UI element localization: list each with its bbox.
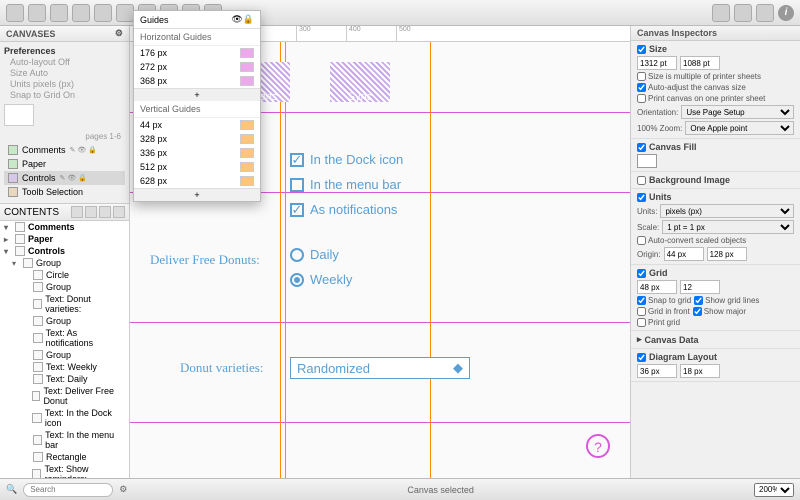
tree-item[interactable]: ▾Group	[0, 257, 129, 269]
left-sidebar: CANVASES⚙ Preferences Auto-layout Off Si…	[0, 26, 130, 478]
info-icon[interactable]: i	[778, 5, 794, 21]
data-section[interactable]: ▸ Canvas Data	[637, 334, 794, 345]
guide-row[interactable]: 512 px	[134, 160, 260, 174]
tree-item[interactable]: Group	[0, 315, 129, 327]
tree-item[interactable]: ▾Controls	[0, 245, 129, 257]
units-section[interactable]: Units	[637, 192, 794, 202]
tool-icon[interactable]	[116, 4, 134, 22]
tree-item[interactable]: Text: Deliver Free Donut	[0, 385, 129, 407]
size-section[interactable]: Size	[637, 44, 794, 54]
tool-icon[interactable]	[50, 4, 68, 22]
inspector-panel: Canvas Inspectors Size Size is multiple …	[630, 26, 800, 478]
search-icon: 🔍	[6, 484, 17, 495]
label-varieties: Donut varieties:	[180, 360, 263, 376]
tree-item[interactable]: Text: Show reminders:	[0, 463, 129, 478]
lock-icon[interactable]: 👁🔒	[231, 14, 254, 25]
tree-item[interactable]: Circle	[0, 269, 129, 281]
guide-row[interactable]: 272 px	[134, 60, 260, 74]
guide-row[interactable]: 328 px	[134, 132, 260, 146]
fill-section[interactable]: Canvas Fill	[637, 142, 794, 152]
radio-daily[interactable]: Daily	[290, 247, 339, 262]
guide-row[interactable]: 44 px	[134, 118, 260, 132]
tree-item[interactable]: Text: Daily	[0, 373, 129, 385]
grid-section[interactable]: Grid	[637, 268, 794, 278]
height-field[interactable]	[680, 56, 720, 70]
radio-weekly[interactable]: Weekly	[290, 272, 352, 287]
gear-icon[interactable]: ⚙	[115, 28, 123, 39]
tool-icon[interactable]	[72, 4, 90, 22]
chevron-down-icon: ◆	[453, 360, 463, 376]
canvases-header: CANVASES⚙	[0, 26, 129, 42]
tool-icon[interactable]	[6, 4, 24, 22]
tab-sync[interactable]: Sync	[330, 62, 390, 102]
tool-icon[interactable]	[28, 4, 46, 22]
tree-item[interactable]: Group	[0, 281, 129, 293]
status-text: Canvas selected	[407, 485, 474, 495]
tree-item[interactable]: Text: As notifications	[0, 327, 129, 349]
guides-title: Guides	[140, 15, 169, 25]
guide-row[interactable]: 368 px	[134, 74, 260, 88]
filter-icon[interactable]	[99, 206, 111, 218]
guide-row[interactable]: 336 px	[134, 146, 260, 160]
zoom-select[interactable]: 200%	[754, 483, 794, 497]
layer-row[interactable]: Toolb Selection	[4, 185, 125, 199]
tree-item[interactable]: Text: In the Dock icon	[0, 407, 129, 429]
canvas-name[interactable]: Preferences	[4, 46, 125, 56]
tool-icon[interactable]	[94, 4, 112, 22]
contents-header: CONTENTS	[0, 203, 129, 221]
tree-item[interactable]: Rectangle	[0, 451, 129, 463]
tree-item[interactable]: ▸Paper	[0, 233, 129, 245]
gear-icon[interactable]: ⚙	[119, 484, 127, 495]
zoom-select[interactable]: One Apple point	[685, 121, 794, 135]
view-icon[interactable]	[712, 4, 730, 22]
canvas-thumbnail[interactable]	[4, 104, 34, 126]
add-hguide-button[interactable]: +	[134, 88, 260, 101]
orientation-select[interactable]: Use Page Setup	[681, 105, 794, 119]
layer-row[interactable]: Comments✎👁🔒	[4, 143, 125, 157]
bg-section[interactable]: Background Image	[637, 175, 794, 185]
tree-item[interactable]: Text: Weekly	[0, 361, 129, 373]
inspector-header: Canvas Inspectors	[631, 26, 800, 41]
guides-popup: Guides👁🔒 Horizontal Guides 176 px 272 px…	[133, 10, 261, 202]
filter-icon[interactable]	[85, 206, 97, 218]
checkbox-dock[interactable]: ✓In the Dock icon	[290, 152, 403, 167]
tree-item[interactable]: Text: In the menu bar	[0, 429, 129, 451]
width-field[interactable]	[637, 56, 677, 70]
search-input[interactable]	[23, 483, 113, 497]
filter-icon[interactable]	[71, 206, 83, 218]
guide-row[interactable]: 176 px	[134, 46, 260, 60]
main-toolbar: i	[0, 0, 800, 26]
guide-row[interactable]: 628 px	[134, 174, 260, 188]
status-bar: 🔍 ⚙ Canvas selected 200%	[0, 478, 800, 500]
add-vguide-button[interactable]: +	[134, 188, 260, 201]
checkbox-notifications[interactable]: ✓As notifications	[290, 202, 397, 217]
layer-row[interactable]: Controls✎👁🔒	[4, 171, 125, 185]
tree-item[interactable]: ▾Comments	[0, 221, 129, 233]
checkbox-menubar[interactable]: In the menu bar	[290, 177, 401, 192]
filter-icon[interactable]	[113, 206, 125, 218]
help-icon[interactable]: ?	[586, 434, 610, 458]
dropdown-varieties[interactable]: Randomized◆	[290, 357, 470, 379]
tree-item[interactable]: Group	[0, 349, 129, 361]
tree-item[interactable]: Text: Donut varieties:	[0, 293, 129, 315]
view-icon[interactable]	[734, 4, 752, 22]
layer-row[interactable]: Paper	[4, 157, 125, 171]
view-icon[interactable]	[756, 4, 774, 22]
diagram-section[interactable]: Diagram Layout	[637, 352, 794, 362]
label-donuts: Deliver Free Donuts:	[150, 252, 260, 268]
fill-swatch[interactable]	[637, 154, 657, 168]
